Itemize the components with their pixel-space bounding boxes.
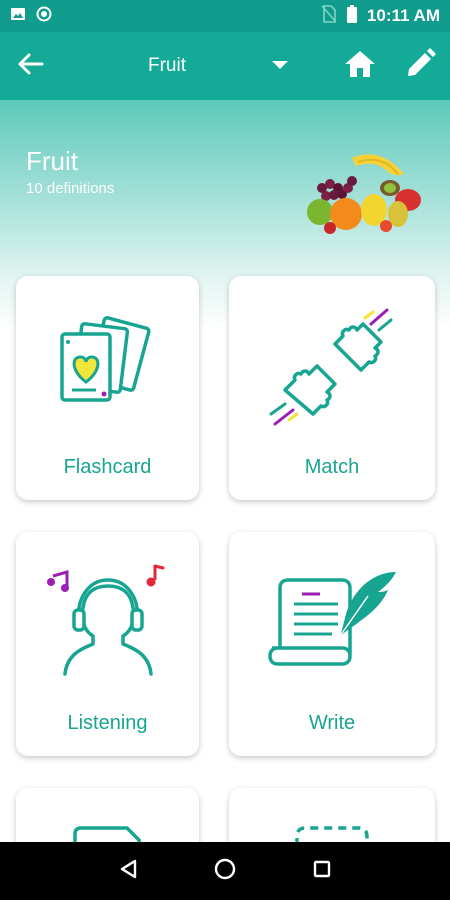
set-title: Fruit	[26, 146, 78, 176]
flashcard-label: Flashcard	[63, 456, 152, 478]
home-circle-icon	[214, 858, 236, 885]
app-title: Fruit	[148, 55, 186, 76]
status-time: 10:11 AM	[366, 6, 440, 25]
image-icon	[10, 7, 26, 26]
nav-home-button[interactable]	[200, 846, 250, 896]
nav-recents-button[interactable]	[297, 846, 347, 896]
status-bar: 10:11 AM	[0, 0, 450, 32]
battery-icon	[346, 4, 357, 28]
circle-status-icon	[36, 6, 52, 27]
flashcard-card[interactable]: Flashcard	[16, 276, 199, 500]
fruit-basket-image	[300, 148, 428, 240]
back-button[interactable]	[0, 32, 60, 100]
home-button[interactable]	[338, 46, 382, 86]
flashcard-icon	[56, 316, 160, 421]
listening-label: Listening	[67, 712, 148, 734]
edit-pencil-icon	[404, 47, 436, 85]
back-triangle-icon	[119, 859, 137, 884]
write-card[interactable]: Write	[229, 532, 435, 756]
nav-back-button[interactable]	[103, 846, 153, 896]
write-label: Write	[308, 712, 356, 734]
scroll-quill-icon	[262, 570, 402, 675]
definitions-count: 10 definitions	[26, 180, 115, 197]
match-label: Match	[304, 456, 360, 478]
edit-button[interactable]	[398, 46, 442, 86]
listening-card[interactable]: Listening	[16, 532, 199, 756]
title-dropdown[interactable]	[268, 56, 292, 76]
system-nav-bar	[0, 842, 450, 900]
app-bar: Fruit	[0, 32, 450, 100]
recents-square-icon	[313, 860, 331, 883]
puzzle-match-icon	[267, 304, 397, 433]
match-card[interactable]: Match	[229, 276, 435, 500]
home-icon	[343, 49, 377, 84]
back-arrow-icon	[16, 52, 44, 81]
no-sim-icon	[321, 4, 337, 28]
headphones-listening-icon	[43, 562, 173, 683]
dropdown-caret-icon	[271, 57, 289, 75]
